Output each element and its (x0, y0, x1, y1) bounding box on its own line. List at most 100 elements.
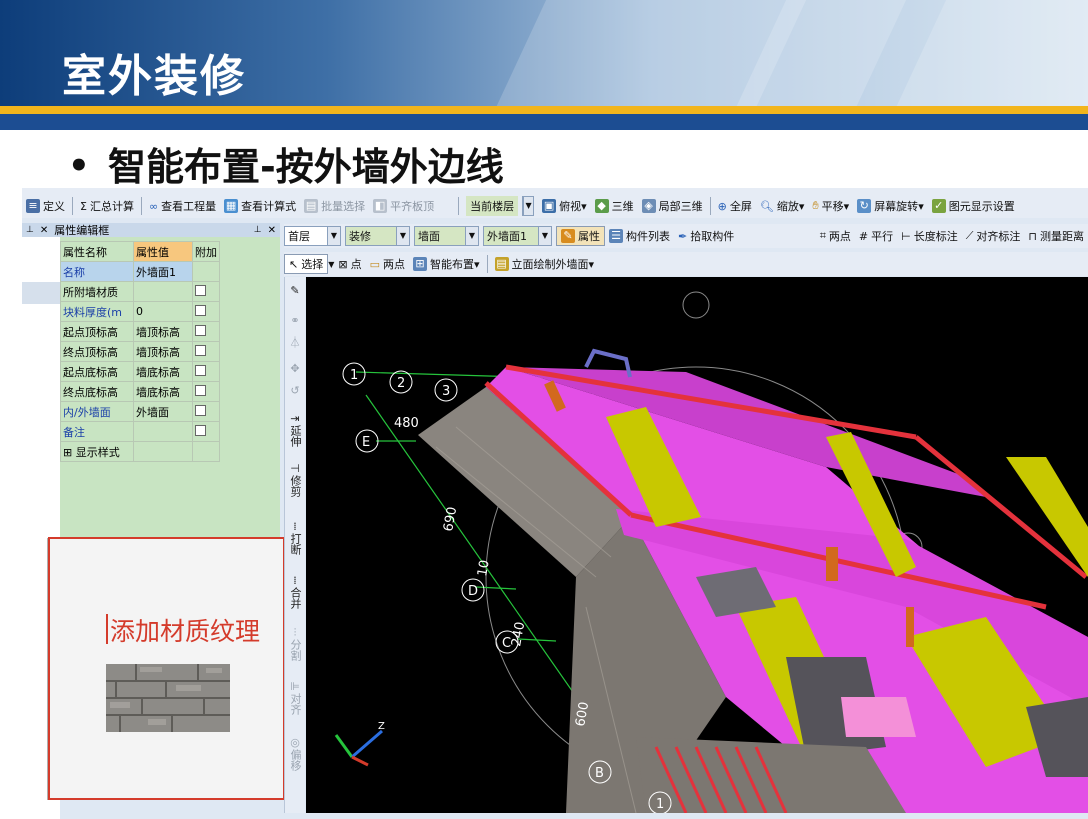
brick-texture-swatch[interactable] (106, 664, 230, 732)
property-value[interactable]: 墙顶标高 (133, 341, 193, 362)
point-button[interactable]: ⊠ 点 (334, 253, 365, 275)
extend-button[interactable]: ⇥ 延伸 (285, 413, 305, 450)
align-button[interactable]: ⊫ 对齐 (285, 681, 305, 718)
align-dim-button[interactable]: ⟋ 对齐标注 (962, 225, 1025, 247)
property-value[interactable]: 墙顶标高 (133, 321, 193, 342)
align-slab-button[interactable]: ◧ 平齐板顶 (369, 195, 438, 217)
pick-component-button[interactable]: ✒ 拾取构件 (674, 225, 738, 247)
property-value[interactable]: 墙底标高 (133, 381, 193, 402)
property-value[interactable] (133, 281, 193, 302)
property-extra[interactable] (192, 261, 220, 282)
toolbar-draw: ↖ 选择 ▼ ⊠ 点 ▭ 两点 ⊞ 智能布置 ▾ ▤ 立面绘制外墙面 ▾ (284, 252, 1088, 276)
property-value[interactable]: 外墙面 (133, 401, 193, 422)
rotate-icon[interactable]: ↺ (285, 385, 305, 397)
pan-button[interactable]: ✋︎ 平移 ▾ (808, 195, 853, 217)
offset-button[interactable]: ◎ 偏移 (285, 737, 305, 774)
property-extra[interactable] (192, 421, 220, 442)
property-value[interactable] (133, 441, 193, 462)
screen-rotate-button[interactable]: ↻ 屏幕旋转 ▾ (853, 195, 928, 217)
property-value[interactable]: 外墙面1 (133, 261, 193, 282)
component-type-select[interactable]: 墙面 ▼ (414, 226, 479, 246)
extra-checkbox[interactable] (195, 324, 206, 336)
extra-checkbox[interactable] (195, 304, 206, 316)
property-extra[interactable] (192, 301, 220, 322)
split-button[interactable]: ⫶ 分割 (285, 627, 305, 664)
display-settings-button[interactable]: ✓ 图元显示设置 (928, 195, 1019, 217)
zoom-label: 缩放 (776, 200, 799, 213)
view-formula-button[interactable]: ▦ 查看计算式 (220, 195, 300, 217)
select-button[interactable]: ↖ 选择 (284, 254, 329, 274)
parallel-button[interactable]: # 平行 (855, 225, 897, 247)
property-row[interactable]: 块料厚度(m 0 (60, 301, 220, 322)
property-extra[interactable] (192, 361, 220, 382)
copy-icon[interactable]: ⚭ (285, 315, 305, 327)
property-row[interactable]: 终点顶标高 墙顶标高 (60, 341, 220, 362)
smart-layout-button[interactable]: ⊞ 智能布置 ▾ (409, 253, 484, 275)
extra-checkbox[interactable] (195, 344, 206, 356)
trim-button[interactable]: ⊣ 修剪 (285, 463, 305, 500)
extra-checkbox[interactable] (195, 384, 206, 396)
batch-select-button[interactable]: ▤ 批量选择 (300, 195, 369, 217)
two-point-draw-button[interactable]: ▭ 两点 (366, 253, 409, 275)
dim-480: 480 (394, 416, 419, 431)
extra-checkbox[interactable] (195, 364, 206, 376)
view-quantity-button[interactable]: ∞ 查看工程量 (145, 195, 220, 217)
pin-icon[interactable]: ⊥ (26, 225, 34, 235)
property-row[interactable]: 备注 (60, 421, 220, 442)
length-dim-button[interactable]: ⊢ 长度标注 (897, 225, 962, 247)
brush-icon[interactable]: ✎ (285, 285, 305, 297)
current-floor-dropdown[interactable]: ▼ (522, 196, 535, 216)
property-row[interactable]: 所附墙材质 (60, 281, 220, 302)
component-list-button[interactable]: ☰ 构件列表 (605, 225, 674, 247)
3d-viewport[interactable]: 1 2 3 E D C B 1 480 690 10 240 600 Z (306, 277, 1088, 813)
property-name: 内/外墙面 (60, 401, 134, 422)
local-3d-label: 局部三维 (658, 200, 703, 213)
measure-dist-button[interactable]: ⊓ 测量距离 (1024, 225, 1088, 247)
sum-calc-button[interactable]: Σ 汇总计算 (76, 195, 138, 217)
property-extra[interactable] (192, 281, 220, 302)
property-row[interactable]: 名称 外墙面1 (60, 261, 220, 282)
dim-10: 10 (475, 559, 493, 578)
three-d-button[interactable]: ◆ 三维 (591, 195, 638, 217)
extra-checkbox[interactable] (195, 284, 206, 296)
extra-checkbox[interactable] (195, 424, 206, 436)
property-value[interactable]: 墙底标高 (133, 361, 193, 382)
expand-icon[interactable]: ⊞ (63, 446, 76, 459)
property-row[interactable]: 内/外墙面 外墙面 (60, 401, 220, 422)
extra-checkbox[interactable] (195, 404, 206, 416)
property-row[interactable]: 起点顶标高 墙顶标高 (60, 321, 220, 342)
ruler-icon: ⊓ (1028, 229, 1037, 243)
glasses-icon: ∞ (148, 199, 159, 213)
properties-button[interactable]: ✎ 属性 (556, 226, 605, 246)
property-row[interactable]: 起点底标高 墙底标高 (60, 361, 220, 382)
top-view-button[interactable]: ▣ 俯视 ▾ (538, 195, 591, 217)
break-button[interactable]: ⁞ 打断 (285, 521, 305, 558)
full-screen-button[interactable]: ⊕ 全屏 (714, 195, 756, 217)
length-dim-label: 长度标注 (913, 230, 958, 243)
property-extra[interactable] (192, 341, 220, 362)
local-3d-button[interactable]: ◈ 局部三维 (638, 195, 707, 217)
move-icon[interactable]: ✥ (285, 363, 305, 375)
merge-button[interactable]: ⁞ 合并 (285, 575, 305, 612)
pin-icon-right[interactable]: ⊥ (254, 225, 262, 235)
floor-select[interactable]: 首层 ▼ (284, 226, 341, 246)
component-select[interactable]: 外墙面1 ▼ (483, 226, 552, 246)
property-value[interactable]: 0 (133, 301, 193, 322)
property-row[interactable]: 终点底标高 墙底标高 (60, 381, 220, 402)
property-extra[interactable] (192, 401, 220, 422)
property-name: 名称 (60, 261, 134, 282)
property-value[interactable] (133, 421, 193, 442)
category-select[interactable]: 装修 ▼ (345, 226, 410, 246)
two-point-dim-button[interactable]: ⌗ 两点 (816, 225, 855, 247)
zoom-button[interactable]: 🔍︎ 缩放 ▾ (756, 195, 809, 217)
elevation-draw-button[interactable]: ▤ 立面绘制外墙面 ▾ (491, 253, 599, 275)
property-row[interactable]: ⊞ 显示样式 (60, 441, 220, 462)
close-icon-right[interactable]: ✕ (268, 225, 276, 236)
property-extra[interactable] (192, 321, 220, 342)
define-button[interactable]: ≡ 定义 (22, 195, 69, 217)
mirror-icon[interactable]: ⏃ (285, 337, 305, 349)
property-extra[interactable] (192, 381, 220, 402)
chevron-down-icon: ▼ (465, 227, 478, 245)
property-extra[interactable] (192, 441, 220, 462)
close-icon[interactable]: ✕ (40, 225, 48, 236)
